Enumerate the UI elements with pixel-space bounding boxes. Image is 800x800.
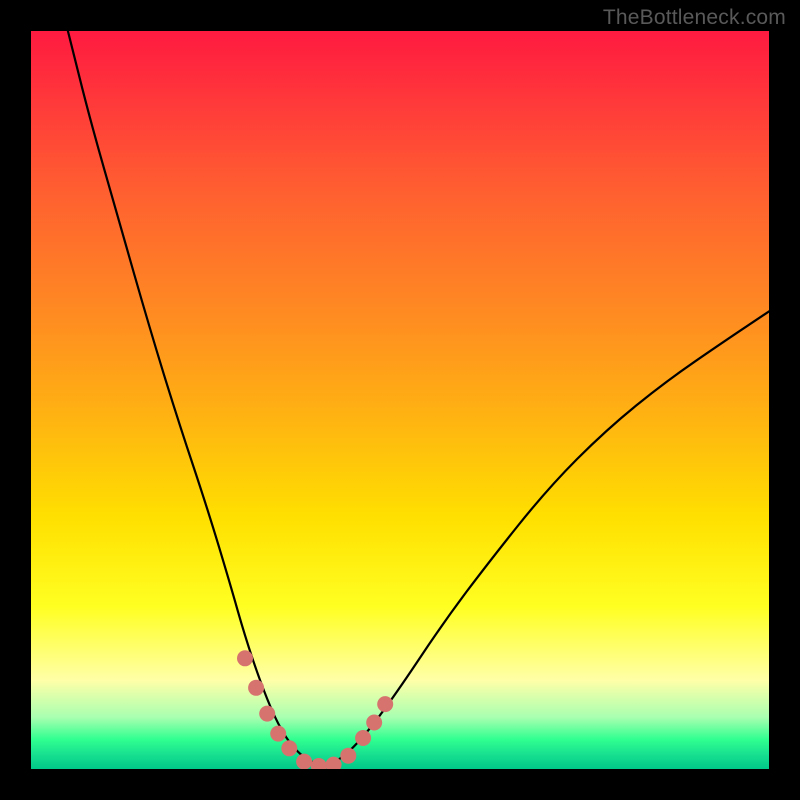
highlight-dot (237, 650, 253, 666)
highlight-dot (366, 715, 382, 731)
highlight-dot (311, 758, 327, 769)
chart-svg (31, 31, 769, 769)
highlight-dot (270, 726, 286, 742)
plot-area (31, 31, 769, 769)
highlight-dot (355, 730, 371, 746)
highlight-dot (248, 680, 264, 696)
highlight-dot (377, 696, 393, 712)
bottleneck-curve-path (68, 31, 769, 764)
watermark-text: TheBottleneck.com (603, 6, 786, 30)
highlight-dot (281, 740, 297, 756)
highlight-dot (296, 754, 312, 769)
highlight-dot (259, 706, 275, 722)
highlight-dots-group (237, 650, 393, 769)
highlight-dot (340, 748, 356, 764)
